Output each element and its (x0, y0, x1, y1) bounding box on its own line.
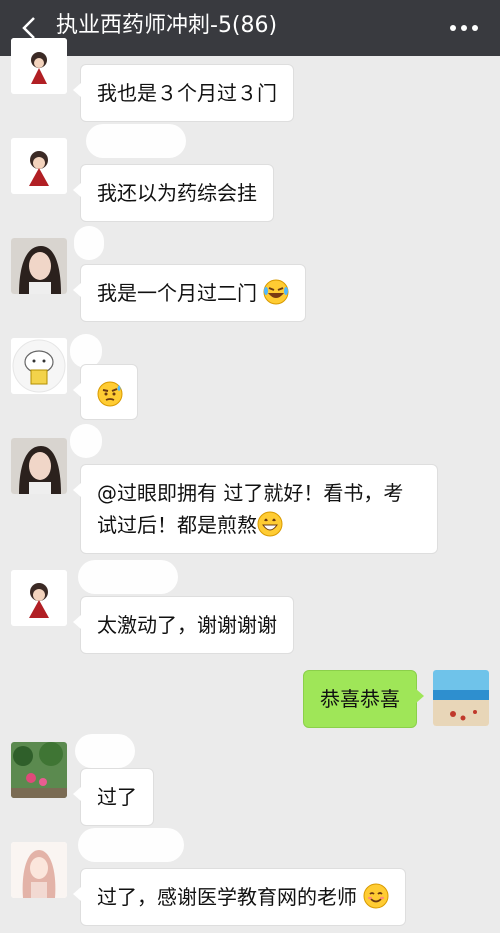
sender-name (70, 424, 102, 458)
smiling-emoji (363, 883, 389, 909)
avatar[interactable] (11, 38, 67, 94)
message-bubble[interactable] (73, 364, 138, 420)
message-bubble[interactable]: @过眼即拥有 过了就好！看书，考 试过后！都是煎熬 (73, 464, 438, 554)
chat-title: 执业西药师冲刺-5(86) (56, 13, 278, 38)
chat-header: 执业西药师冲刺-5(86) (0, 0, 500, 56)
message-bubble[interactable]: 我还以为药综会挂 (73, 164, 274, 222)
message-text: 恭喜恭喜 (320, 687, 400, 711)
sender-name (78, 828, 184, 862)
sender-name (70, 334, 102, 368)
my-avatar[interactable] (433, 670, 489, 726)
message-bubble[interactable]: 过了，感谢医学教育网的老师 (72, 868, 407, 926)
message-text: 我是一个月过二门 (97, 281, 257, 305)
cold-sweat-emoji (97, 381, 123, 407)
message-text: 我还以为药综会挂 (97, 181, 257, 205)
message-text: 我也是３个月过３门 (97, 81, 277, 105)
message-text: 太激动了，谢谢谢谢 (97, 613, 277, 637)
sender-name (74, 226, 104, 260)
avatar[interactable] (11, 742, 67, 798)
more-dots-icon[interactable] (448, 18, 480, 38)
avatar[interactable] (11, 138, 67, 194)
message-text: 过了，感谢医学教育网的老师 (97, 885, 357, 909)
sender-name (86, 124, 186, 158)
message-text-line: @过眼即拥有 过了就好！看书，考 (97, 481, 404, 505)
avatar[interactable] (11, 338, 67, 394)
sender-name (78, 560, 178, 594)
message-bubble[interactable]: 恭喜恭喜 (303, 670, 424, 728)
message-text: 过了 (97, 785, 137, 809)
sender-name (75, 734, 135, 768)
message-bubble[interactable]: 太激动了，谢谢谢谢 (73, 596, 294, 654)
message-bubble[interactable]: 我也是３个月过３门 (73, 64, 294, 122)
message-list[interactable]: 我也是３个月过３门 我还以为药综会挂 我是一个月过二门 @过眼即拥有 过了就好！… (0, 38, 500, 933)
grinning-emoji (257, 511, 283, 537)
avatar[interactable] (11, 842, 67, 898)
avatar[interactable] (11, 238, 67, 294)
message-text-line: 试过后！都是煎熬 (97, 513, 257, 537)
avatar[interactable] (11, 570, 67, 626)
laughing-tears-emoji (263, 279, 289, 305)
message-bubble[interactable]: 过了 (73, 768, 154, 826)
message-bubble[interactable]: 我是一个月过二门 (72, 264, 307, 322)
avatar[interactable] (11, 438, 67, 494)
